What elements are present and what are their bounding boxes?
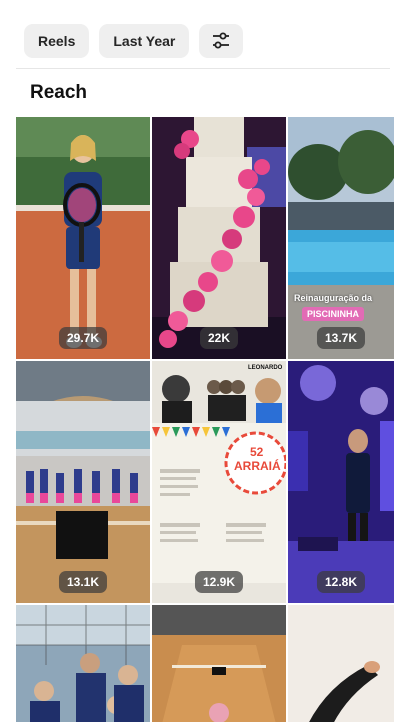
reel-tile-tennis[interactable]: 29.7K [16, 117, 150, 359]
reel-thumbnail [152, 605, 286, 722]
reel-tile-pool[interactable]: Reinauguração da PISCININHA 13.7K [288, 117, 394, 359]
section-title: Reach [30, 82, 88, 103]
reels-filter-chip[interactable]: Reels [24, 24, 90, 58]
poster-number: 52 [250, 445, 264, 459]
reach-count-badge: 29.7K [58, 327, 108, 349]
reach-count-badge: 12.9K [194, 571, 244, 593]
reach-count-badge: 13.7K [316, 327, 366, 349]
reach-count-badge: 12.8K [316, 571, 366, 593]
filter-settings-button[interactable] [199, 24, 244, 58]
reel-tile-stretch[interactable] [288, 605, 394, 722]
reel-caption-highlight: PISCININHA [302, 307, 365, 321]
reel-thumbnail [16, 361, 150, 603]
reach-count-badge: 13.1K [58, 571, 108, 593]
reel-thumbnail [16, 605, 150, 722]
poster-title: ARRAIÁ [234, 459, 281, 473]
divider [16, 68, 390, 69]
reel-caption: Reinauguração da [294, 293, 373, 303]
reel-tile-team[interactable] [16, 605, 150, 722]
reel-thumbnail [288, 117, 394, 359]
reel-tile-volleyball-kids[interactable]: 13.1K [16, 361, 150, 603]
reel-thumbnail [152, 117, 286, 359]
reel-tile-court[interactable] [152, 605, 286, 722]
reel-tile-concert[interactable]: 12.8K [288, 361, 394, 603]
reel-thumbnail [288, 605, 394, 722]
reel-tile-cake[interactable]: 22K [152, 117, 286, 359]
sliders-icon [213, 32, 230, 49]
reels-grid: 29.7K 22K Reinauguração da PISCININHA 13… [16, 117, 394, 722]
reel-thumbnail [16, 117, 150, 359]
reach-count-badge: 22K [199, 327, 239, 349]
reel-thumbnail [152, 361, 286, 603]
reel-thumbnail [288, 361, 394, 603]
poster-artist: LEONARDO [248, 365, 283, 371]
reel-tile-arraia[interactable]: LEONARDO 52 ARRAIÁ 12.9K [152, 361, 286, 603]
period-filter-chip[interactable]: Last Year [99, 24, 190, 58]
filter-bar: Reels Last Year [24, 24, 244, 58]
